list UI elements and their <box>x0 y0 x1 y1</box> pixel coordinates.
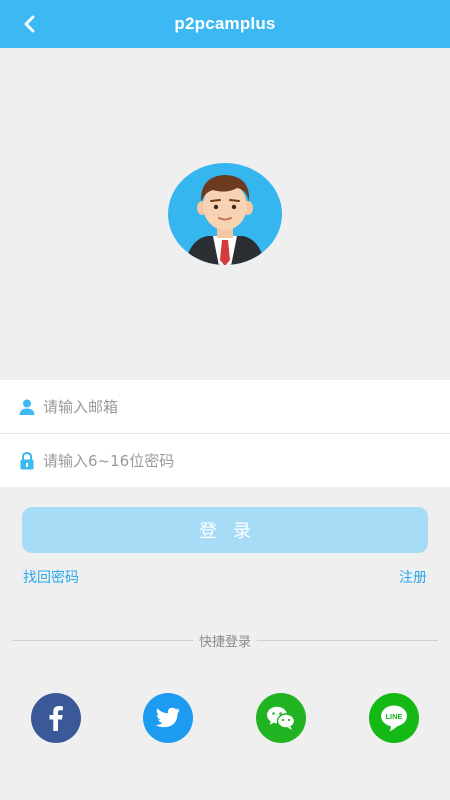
chevron-left-icon <box>24 15 35 33</box>
divider-line-left <box>12 639 193 641</box>
facebook-login-button[interactable] <box>31 693 81 743</box>
wechat-icon <box>267 706 296 730</box>
twitter-login-button[interactable] <box>143 693 193 743</box>
register-link[interactable]: 注册 <box>399 567 427 587</box>
avatar <box>167 162 283 266</box>
quick-login-label: 快捷登录 <box>199 634 252 650</box>
line-icon: LINE <box>381 705 407 732</box>
line-login-button[interactable]: LINE <box>369 693 419 743</box>
app-header: p2pcamplus <box>0 0 450 48</box>
email-input[interactable] <box>43 397 403 416</box>
wechat-login-button[interactable] <box>256 693 306 743</box>
divider-line-right <box>257 639 439 641</box>
page-title: p2pcamplus <box>174 14 276 33</box>
lock-icon <box>17 451 37 471</box>
login-button[interactable]: 登录 <box>22 507 428 553</box>
forgot-password-link[interactable]: 找回密码 <box>23 567 79 587</box>
svg-text:LINE: LINE <box>385 712 402 721</box>
facebook-icon <box>49 706 63 731</box>
user-icon <box>17 397 37 417</box>
back-button[interactable] <box>14 8 44 40</box>
twitter-icon <box>155 707 180 728</box>
email-field <box>0 380 450 433</box>
quick-login-divider: 快捷登录 <box>12 630 439 650</box>
password-input[interactable] <box>43 451 403 470</box>
password-field <box>0 434 450 487</box>
